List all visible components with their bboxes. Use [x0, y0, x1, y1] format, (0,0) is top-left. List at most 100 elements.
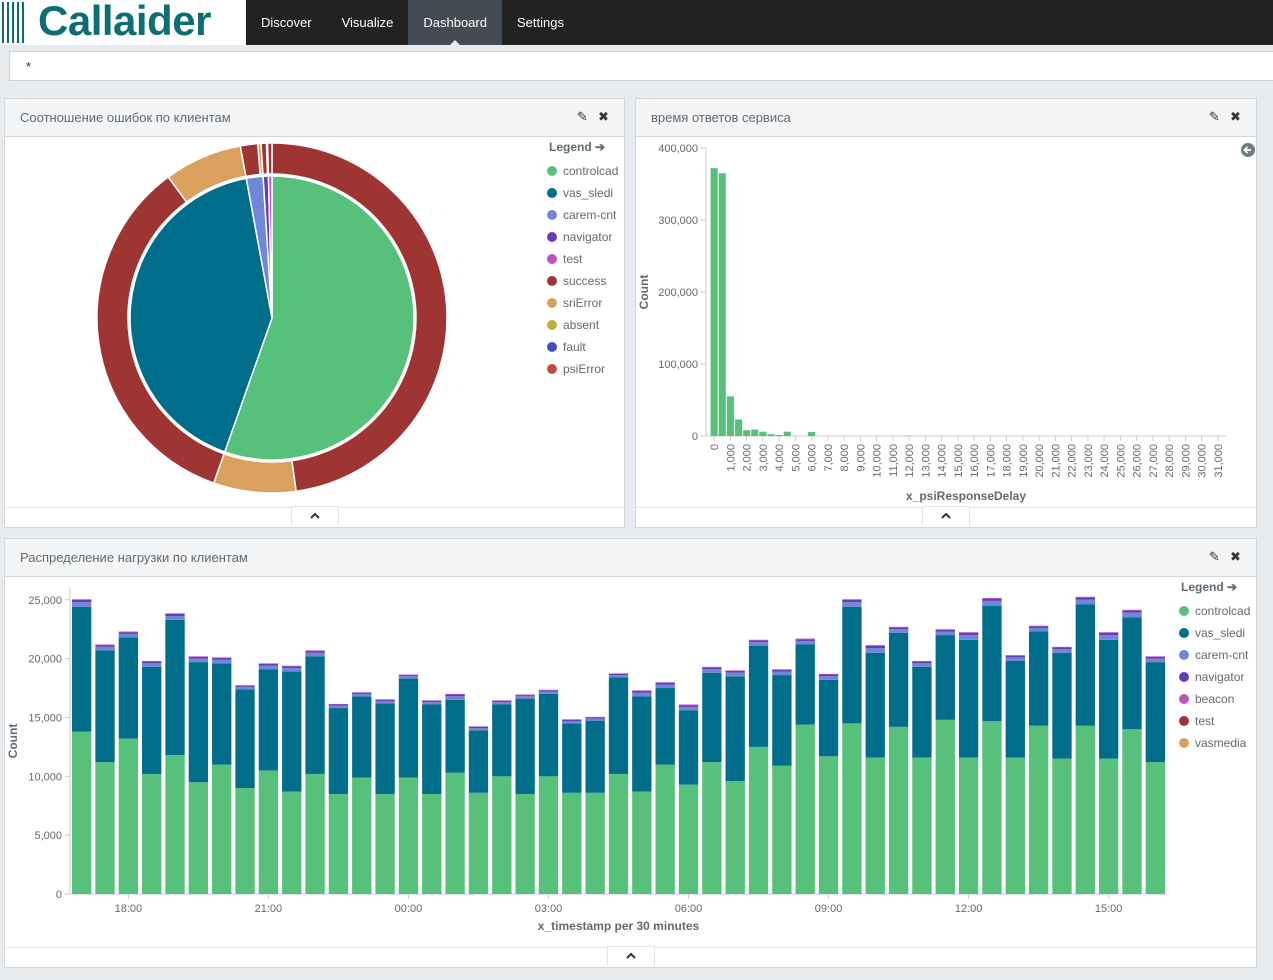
pencil-icon[interactable]: ✎: [1208, 550, 1221, 564]
stack-segment-controlcad: [1075, 725, 1095, 894]
stack-segment-beacon: [515, 694, 535, 696]
legend-color-dot: [547, 276, 557, 286]
legend-item-psiError[interactable]: psiError: [547, 358, 618, 380]
stack-segment-controlcad: [958, 757, 979, 894]
stack-segment-beacon: [958, 632, 979, 633]
stack-segment-beacon: [142, 660, 162, 662]
legend-item-test[interactable]: test: [1179, 710, 1250, 732]
legend-item-vas_sledi[interactable]: vas_sledi: [1179, 622, 1250, 644]
stack-segment-navigator: [632, 690, 652, 693]
stack-segment-vas_sledi: [235, 689, 255, 789]
legend-item-vasmedia[interactable]: vasmedia: [1179, 732, 1250, 754]
nav-tab-discover[interactable]: Discover: [246, 0, 327, 45]
stack-segment-beacon: [1075, 596, 1095, 598]
stack-segment-beacon: [422, 700, 442, 701]
x-tick-label: 9,000: [855, 444, 867, 472]
stack-segment-navigator: [235, 685, 255, 687]
nav-tab-dashboard[interactable]: Dashboard: [408, 0, 502, 45]
legend-item-vas_sledi[interactable]: vas_sledi: [547, 182, 618, 204]
errors-pie-chart: [96, 142, 448, 494]
legend-item-beacon[interactable]: beacon: [1179, 688, 1250, 710]
legend-color-dot: [547, 320, 557, 330]
app-logo[interactable]: Callaider: [0, 0, 246, 45]
stack-segment-controlcad: [935, 719, 955, 894]
stack-segment-navigator: [608, 673, 629, 676]
stack-segment-beacon: [305, 650, 325, 651]
legend-toggle[interactable]: Legend ➔: [1179, 580, 1250, 594]
stack-segment-beacon: [982, 598, 1002, 599]
histogram-bar: [808, 432, 816, 436]
stack-segment-vas_sledi: [95, 650, 115, 763]
histogram-bar: [734, 419, 743, 436]
stack-segment-beacon: [95, 644, 115, 646]
y-tick-label: 5,000: [34, 830, 62, 842]
stack-segment-navigator: [538, 690, 559, 692]
load-stacked-bar-chart: 0 5,000 10,000 15,000 20,000 25,000 18:00 21:00…: [6, 588, 1167, 933]
legend-item-success[interactable]: success: [547, 270, 618, 292]
legend-item-controlcad[interactable]: controlcad: [547, 160, 618, 182]
collapse-button[interactable]: [922, 506, 970, 526]
stack-segment-vas_sledi: [492, 704, 512, 777]
legend-item-sriError[interactable]: sriError: [547, 292, 618, 314]
nav-tab-settings[interactable]: Settings: [502, 0, 579, 45]
stack-segment-controlcad: [842, 723, 862, 894]
legend-item-navigator[interactable]: navigator: [1179, 666, 1250, 688]
close-icon[interactable]: ✖: [1229, 110, 1242, 124]
legend-item-test[interactable]: test: [547, 248, 618, 270]
legend-color-dot: [547, 166, 557, 176]
stack-segment-vas_sledi: [958, 639, 979, 758]
stack-segment-vas_sledi: [748, 645, 769, 747]
stack-segment-navigator: [492, 700, 512, 703]
stack-segment-navigator: [118, 632, 139, 634]
stack-segment-controlcad: [352, 777, 372, 894]
stack-segment-beacon: [632, 690, 652, 691]
collapse-button[interactable]: [606, 946, 655, 966]
pencil-icon[interactable]: ✎: [1208, 110, 1221, 124]
stack-segment-controlcad: [515, 793, 535, 894]
legend-item-carem-cnt[interactable]: carem-cnt: [547, 204, 618, 226]
close-icon[interactable]: ✖: [1229, 550, 1242, 564]
stack-segment-beacon: [842, 599, 862, 600]
stack-segment-carem-cnt: [1028, 628, 1049, 632]
stack-segment-navigator: [748, 640, 769, 643]
nav-tab-visualize[interactable]: Visualize: [327, 0, 409, 45]
stack-segment-controlcad: [1122, 729, 1142, 894]
close-icon[interactable]: ✖: [597, 110, 610, 124]
stack-segment-controlcad: [165, 755, 185, 894]
stack-segment-navigator: [1075, 597, 1095, 600]
panel-header: Соотношение ошибок по клиентам ✎ ✖: [5, 99, 624, 137]
legend-label: carem-cnt: [563, 208, 617, 222]
collapse-button[interactable]: [290, 506, 339, 526]
y-tick-label: 300,000: [658, 215, 698, 227]
stack-segment-carem-cnt: [1145, 658, 1165, 663]
legend-item-controlcad[interactable]: controlcad: [1179, 600, 1250, 622]
legend-label: test: [563, 252, 583, 266]
legend-item-fault[interactable]: fault: [547, 336, 618, 358]
legend-color-dot: [547, 210, 557, 220]
stack-segment-navigator: [468, 726, 489, 729]
legend-item-navigator[interactable]: navigator: [547, 226, 618, 248]
stack-segment-beacon: [655, 682, 675, 683]
stack-segment-navigator: [795, 639, 815, 641]
x-tick-label: 30,000: [1197, 444, 1209, 478]
stack-segment-carem-cnt: [282, 668, 302, 672]
legend-label: absent: [563, 318, 600, 332]
legend-item-carem-cnt[interactable]: carem-cnt: [1179, 644, 1250, 666]
x-tick-label: 6,000: [807, 444, 819, 472]
legend-color-dot: [1179, 606, 1189, 616]
legend-color-dot: [547, 188, 557, 198]
stack-segment-vas_sledi: [142, 666, 162, 774]
pencil-icon[interactable]: ✎: [576, 110, 589, 124]
legend-color-dot: [1179, 716, 1189, 726]
x-tick-label: 27,000: [1148, 444, 1160, 478]
query-input[interactable]: *: [9, 51, 1273, 81]
back-arrow-icon[interactable]: [1241, 143, 1255, 157]
stack-segment-vas_sledi: [188, 662, 209, 783]
histogram-bar: [726, 396, 734, 436]
stack-segment-navigator: [212, 658, 232, 660]
y-tick-label: 0: [56, 889, 62, 901]
legend-toggle[interactable]: Legend ➔: [547, 140, 618, 154]
legend-item-absent[interactable]: absent: [547, 314, 618, 336]
stack-segment-carem-cnt: [1052, 649, 1072, 653]
x-tick-label: 18:00: [115, 903, 143, 915]
